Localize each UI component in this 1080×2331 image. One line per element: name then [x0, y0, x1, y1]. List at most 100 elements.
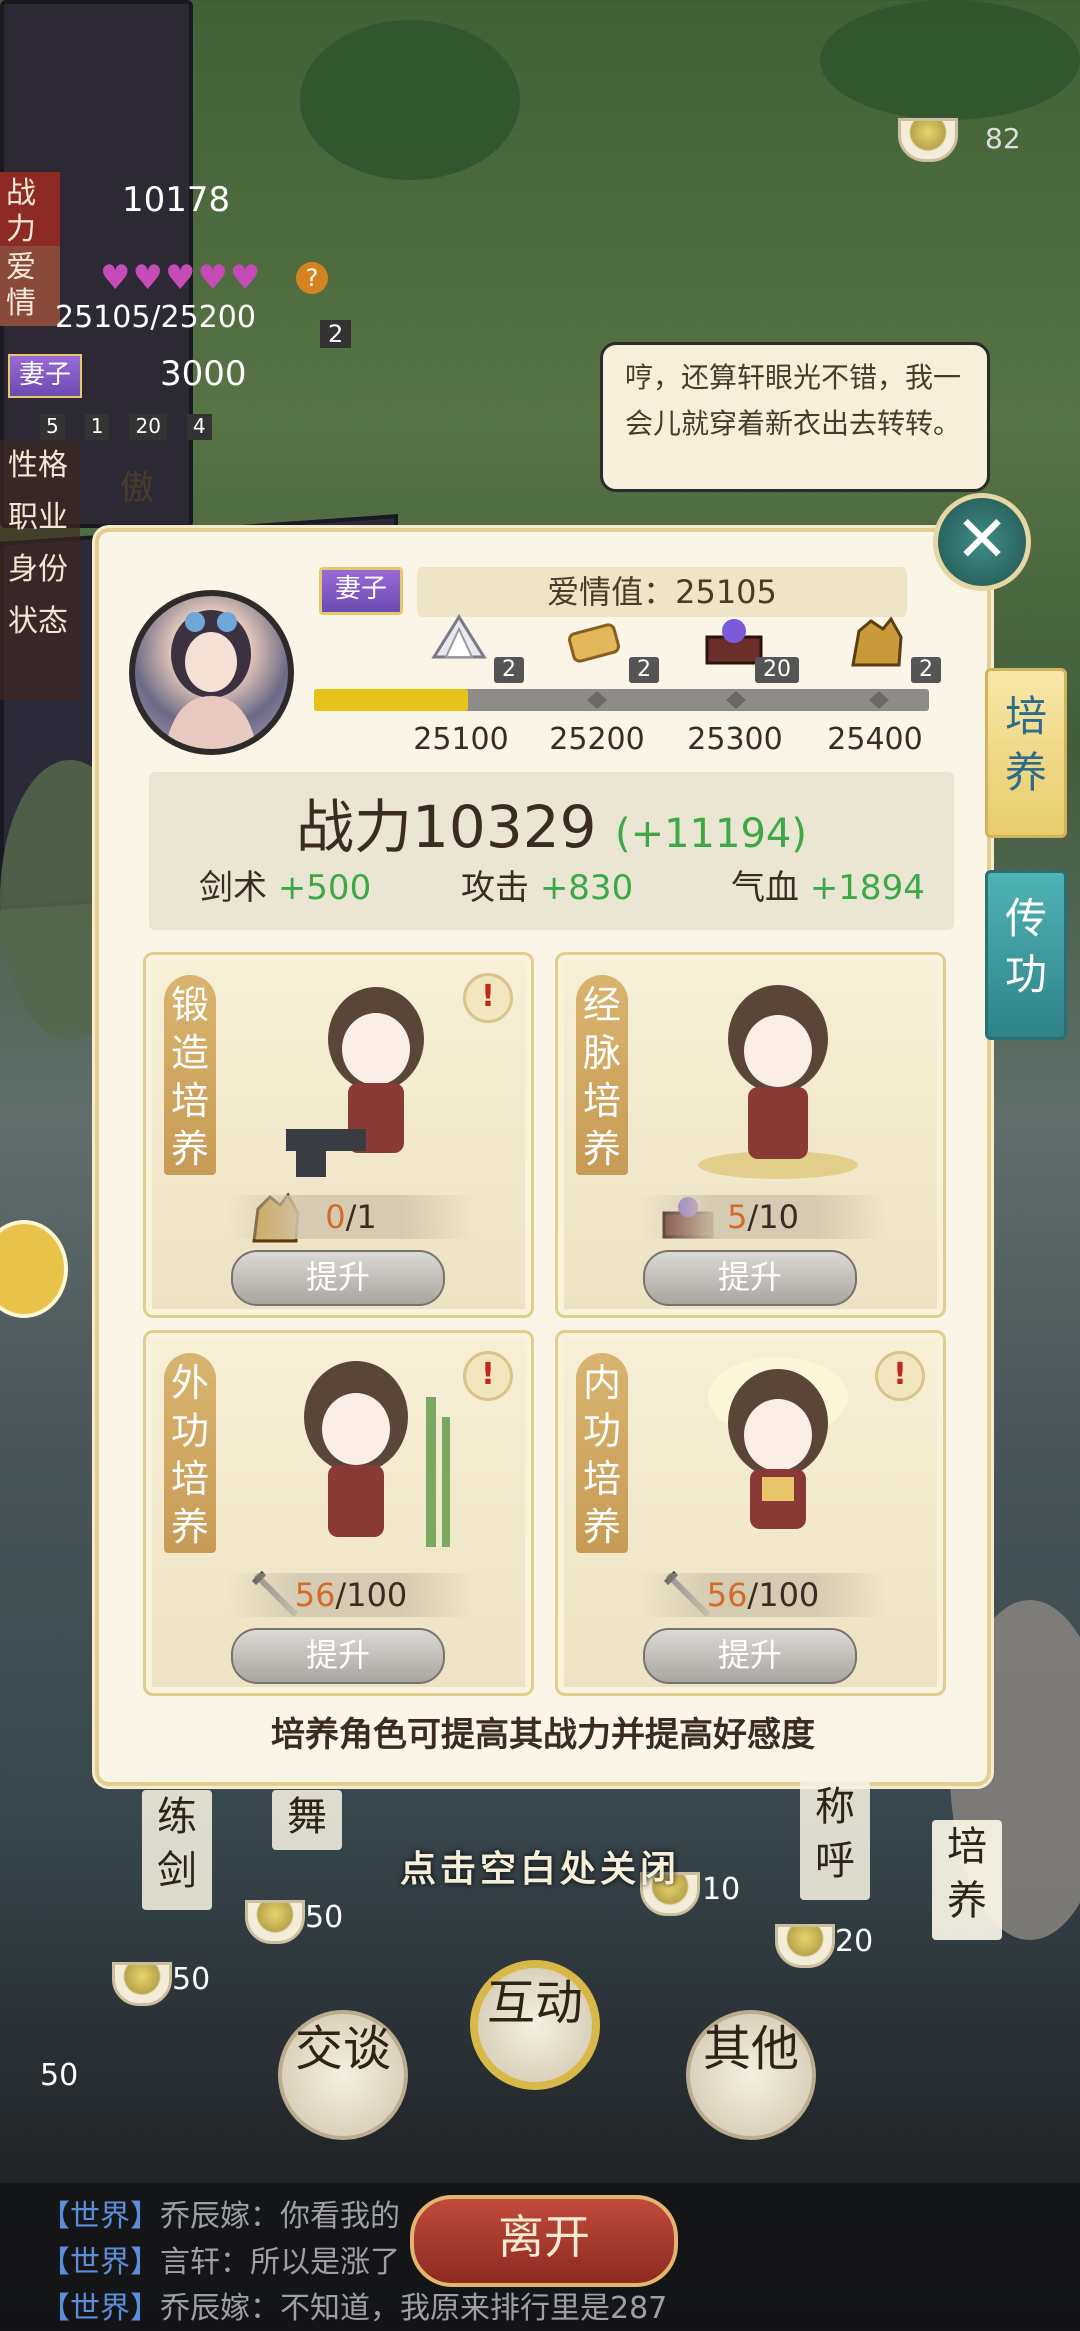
reward-count: 2: [494, 657, 524, 683]
upgrade-button[interactable]: 提升: [643, 1250, 857, 1306]
role-value: 3000: [160, 354, 247, 394]
cost-have: 56: [706, 1576, 748, 1614]
upgrade-button[interactable]: 提升: [231, 1250, 445, 1306]
label-identity: 身份: [8, 552, 68, 587]
close-hint: 点击空白处关闭: [399, 1849, 680, 1890]
card-meridian[interactable]: 经脉培养 5/10 提升: [555, 952, 946, 1318]
power-value: 10329: [412, 793, 597, 861]
attr-hp: 气血 +1894: [731, 860, 925, 909]
milestone-label: 25300: [687, 722, 783, 757]
personality-value: 傲: [120, 468, 154, 508]
reward-ore-rock[interactable]: 2: [841, 607, 941, 683]
love-label: 爱情: [0, 246, 60, 326]
card-tag: 经脉培养: [576, 975, 628, 1175]
talk-button[interactable]: 交谈: [278, 2010, 408, 2140]
power-increase: (+11194): [614, 811, 807, 857]
cost-progress: 56/100: [638, 1573, 888, 1617]
upgrade-button[interactable]: 提升: [231, 1628, 445, 1684]
help-icon[interactable]: ?: [296, 262, 328, 294]
chat-line: 【世界】乔辰嫁：你看我的: [40, 2191, 400, 2235]
chat-line: 【世界】言轩：所以是涨了: [40, 2237, 400, 2281]
external-skill-character-icon: [304, 1361, 450, 1547]
upgrade-button[interactable]: 提升: [643, 1628, 857, 1684]
alert-icon: !: [463, 1351, 513, 1401]
mini-items-row: 5 1 20 4: [40, 404, 340, 440]
attr-plus: +830: [539, 868, 634, 908]
reward-scroll-pages[interactable]: 2: [424, 607, 524, 683]
label-status: 状态: [8, 604, 68, 639]
mini-item-count: 1: [84, 414, 110, 440]
power-label: 战力: [296, 793, 413, 861]
chat-text: 言轩：所以是涨了: [160, 2245, 400, 2280]
alert-icon: !: [875, 1351, 925, 1401]
close-icon: ✕: [955, 503, 1009, 577]
character-avatar: [129, 590, 294, 755]
chat-channel: 【世界】: [40, 2199, 160, 2234]
character-portrait-icon: [165, 610, 257, 749]
label-personality: 性格: [8, 448, 68, 483]
heart-count: 2: [320, 320, 352, 348]
reward-scroll-roll[interactable]: 2: [559, 607, 659, 683]
action-cost: 20: [835, 1924, 874, 1959]
role-badge-wife: 妻子: [319, 567, 403, 615]
cost-progress: 0/1: [226, 1195, 476, 1239]
progress-markers: [444, 691, 889, 709]
action-cost: 50: [172, 1962, 211, 1997]
character-info-labels: 性格 职业 身份 状态: [0, 440, 80, 700]
mini-item-count: 4: [186, 414, 212, 440]
card-forging[interactable]: 锻造培养 ! 0/1 提升: [143, 952, 534, 1318]
scroll-roll-icon: [568, 623, 620, 663]
tab-transfer[interactable]: 传功: [985, 870, 1067, 1040]
cost-need: /100: [335, 1576, 408, 1614]
label-job: 职业: [8, 500, 68, 535]
speech-bubble: 哼，还算轩眼光不错，我一会儿就穿着新衣出去转转。: [600, 342, 990, 492]
attr-sword: 剑术 +500: [199, 860, 371, 909]
chat-line: 【世界】乔辰嫁：不知道，我原来排行里是287: [40, 2283, 667, 2327]
mini-item-count: 5: [40, 414, 65, 440]
milestone-label: 25100: [413, 722, 509, 757]
attr-label: 气血: [731, 868, 799, 908]
other-button[interactable]: 其他: [686, 2010, 816, 2140]
cultivate-panel: 妻子 爱情值：25105 2 2 20 2 25100 25200 25300 …: [95, 528, 991, 1786]
milestone-label: 25400: [827, 722, 923, 757]
love-hearts-icon: ♥♥♥♥♥: [100, 258, 263, 298]
cost-have: 5: [727, 1198, 748, 1236]
cost-progress: 56/100: [226, 1573, 476, 1617]
tab-cultivate[interactable]: 培养: [985, 668, 1067, 838]
power-display: 战力10329 (+11194): [149, 780, 954, 864]
reward-treasure-chest[interactable]: 20: [699, 607, 799, 683]
card-tag: 锻造培养: [164, 975, 216, 1175]
love-progress: 25105/25200: [55, 300, 256, 335]
scroll-pages-icon: [431, 614, 487, 659]
leave-button[interactable]: 离开: [410, 2195, 678, 2287]
reward-count: 20: [755, 657, 799, 683]
card-tag: 外功培养: [164, 1353, 216, 1553]
power-label: 战力: [0, 172, 60, 252]
alert-icon: !: [463, 973, 513, 1023]
reward-count: 2: [629, 657, 659, 683]
attr-attack: 攻击 +830: [461, 860, 633, 909]
card-internal-skill[interactable]: 内功培养 ! 56/100 提升: [555, 1330, 946, 1696]
internal-skill-character-icon: [708, 1357, 848, 1529]
attr-plus: +500: [277, 868, 372, 908]
cost-need: /10: [747, 1198, 799, 1236]
role-badge: 妻子: [8, 354, 82, 398]
attr-label: 攻击: [461, 868, 529, 908]
card-tag: 内功培养: [576, 1353, 628, 1553]
affection-progress-bar: [314, 689, 929, 711]
panel-hint: 培养角色可提高其战力并提高好感度: [271, 1715, 815, 1755]
reward-count: 2: [911, 657, 941, 683]
mini-item-count: 20: [129, 414, 167, 440]
action-cost: 50: [40, 2058, 79, 2093]
cost-need: /100: [747, 1576, 820, 1614]
card-external-skill[interactable]: 外功培养 ! 56/100 提升: [143, 1330, 534, 1696]
close-button[interactable]: ✕: [933, 493, 1031, 591]
chat-text: 乔辰嫁：不知道，我原来排行里是287: [160, 2291, 668, 2326]
cost-have: 56: [294, 1576, 336, 1614]
ore-rock-icon: [851, 616, 903, 667]
interact-button[interactable]: 互动: [470, 1960, 600, 2090]
attr-plus: +1894: [809, 868, 925, 908]
chat-text: 乔辰嫁：你看我的: [160, 2199, 400, 2234]
chat-channel: 【世界】: [40, 2245, 160, 2280]
forging-character-icon: [286, 987, 424, 1177]
